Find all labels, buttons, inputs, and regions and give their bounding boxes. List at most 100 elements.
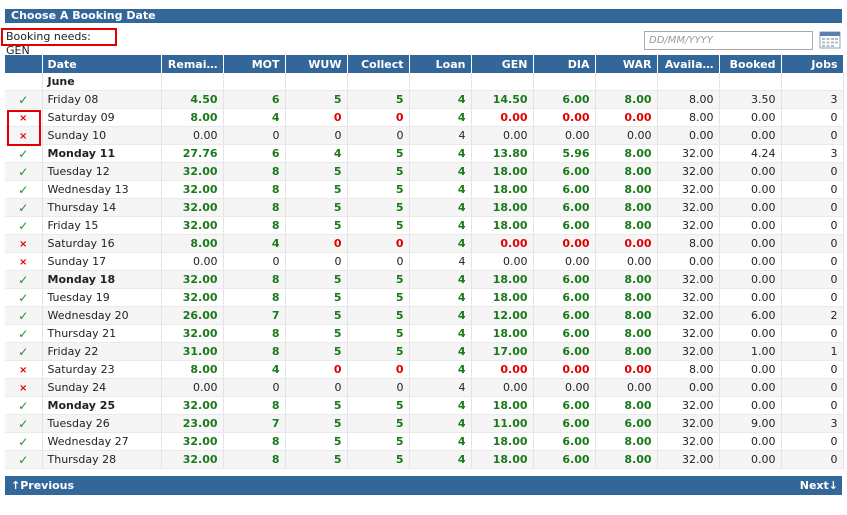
table-row[interactable]: ✓ Thursday 28 32.00 8 5 5 4 18.00 6.00 8.00 32.00 0…: [5, 450, 844, 469]
blank-cell: [5, 73, 43, 91]
date-cell[interactable]: Thursday 28: [42, 450, 162, 469]
value-cell: 32.00: [657, 162, 720, 181]
table-row[interactable]: ✓ Wednesday 20 26.00 7 5 5 4 12.00 6.00 8.00 32.00…: [5, 306, 844, 325]
status-cell: ✓: [5, 270, 43, 289]
column-header[interactable]: WAR: [595, 55, 658, 73]
date-cell[interactable]: Wednesday 20: [42, 306, 162, 325]
value-cell: 5: [347, 90, 410, 109]
table-row[interactable]: × Sunday 17 0.00 0 0 0 4 0.00 0.00 0.00 0.00 0.00 0: [5, 252, 844, 271]
date-cell[interactable]: Wednesday 13: [42, 180, 162, 199]
value-cell: 4: [409, 108, 472, 127]
value-cell: 27.76: [161, 144, 224, 163]
value-cell: 32.00: [161, 324, 224, 343]
column-header[interactable]: Availa…: [657, 55, 720, 73]
value-cell: 6.00: [719, 306, 782, 325]
table-row[interactable]: ✓ Tuesday 26 23.00 7 5 5 4 11.00 6.00 6.00 32.00 9.…: [5, 414, 844, 433]
column-header[interactable]: Jobs: [781, 55, 844, 73]
table-row[interactable]: ✓ Monday 25 32.00 8 5 5 4 18.00 6.00 8.00 32.00 0.0…: [5, 396, 844, 415]
value-cell: 0: [781, 234, 844, 253]
value-cell: 0: [781, 450, 844, 469]
value-cell: 0.00: [657, 252, 720, 271]
value-cell: 0.00: [657, 378, 720, 397]
column-header[interactable]: Collect: [347, 55, 410, 73]
table-row[interactable]: ✓ Monday 11 27.76 6 4 5 4 13.80 5.96 8.00 32.00 4.2…: [5, 144, 844, 163]
date-input[interactable]: DD/MM/YYYY: [644, 31, 813, 50]
column-header[interactable]: Loan: [409, 55, 472, 73]
date-cell[interactable]: Saturday 16: [42, 234, 162, 253]
date-cell[interactable]: Sunday 10: [42, 126, 162, 145]
date-cell[interactable]: Saturday 23: [42, 360, 162, 379]
value-cell: 0.00: [161, 126, 224, 145]
value-cell: 2: [781, 306, 844, 325]
next-button[interactable]: Next↓: [800, 476, 838, 495]
value-cell: 18.00: [471, 324, 534, 343]
table-row[interactable]: × Saturday 16 8.00 4 0 0 4 0.00 0.00 0.00 8.00 0.00…: [5, 234, 844, 253]
table-row[interactable]: ✓ Friday 15 32.00 8 5 5 4 18.00 6.00 8.00 32.00 0.0…: [5, 216, 844, 235]
date-cell[interactable]: Tuesday 12: [42, 162, 162, 181]
value-cell: 0.00: [719, 252, 782, 271]
check-icon: ✓: [18, 452, 29, 467]
table-row[interactable]: × Sunday 10 0.00 0 0 0 4 0.00 0.00 0.00 0.00 0.00 0: [5, 126, 844, 145]
column-header[interactable]: WUW: [285, 55, 348, 73]
date-cell[interactable]: Tuesday 19: [42, 288, 162, 307]
table-row[interactable]: ✓ Thursday 14 32.00 8 5 5 4 18.00 6.00 8.00 32.00 0…: [5, 198, 844, 217]
calendar-icon[interactable]: [819, 31, 841, 49]
table-row[interactable]: × Saturday 09 8.00 4 0 0 4 0.00 0.00 0.00 8.00 0.00…: [5, 108, 844, 127]
value-cell: 0.00: [595, 108, 658, 127]
value-cell: 8.00: [595, 270, 658, 289]
value-cell: 0: [285, 378, 348, 397]
value-cell: 12.00: [471, 306, 534, 325]
status-cell: ✓: [5, 144, 43, 163]
blank-cell: [719, 73, 782, 91]
value-cell: 4: [223, 234, 286, 253]
date-cell[interactable]: Friday 22: [42, 342, 162, 361]
value-cell: 32.00: [161, 162, 224, 181]
column-header[interactable]: Remai…: [161, 55, 224, 73]
date-cell[interactable]: Thursday 14: [42, 198, 162, 217]
column-header[interactable]: GEN: [471, 55, 534, 73]
value-cell: 0.00: [595, 234, 658, 253]
value-cell: 0: [285, 234, 348, 253]
table-row[interactable]: ✓ Monday 18 32.00 8 5 5 4 18.00 6.00 8.00 32.00 0.0…: [5, 270, 844, 289]
value-cell: 18.00: [471, 180, 534, 199]
column-header[interactable]: MOT: [223, 55, 286, 73]
check-icon: ✓: [18, 344, 29, 359]
previous-button[interactable]: ↑Previous: [11, 476, 74, 495]
date-cell[interactable]: Thursday 21: [42, 324, 162, 343]
value-cell: 0: [781, 270, 844, 289]
date-cell[interactable]: Sunday 17: [42, 252, 162, 271]
date-cell[interactable]: Monday 25: [42, 396, 162, 415]
date-cell[interactable]: Monday 18: [42, 270, 162, 289]
column-header[interactable]: DIA: [533, 55, 596, 73]
value-cell: 32.00: [657, 216, 720, 235]
date-cell[interactable]: Monday 11: [42, 144, 162, 163]
value-cell: 5: [285, 324, 348, 343]
value-cell: 32.00: [161, 288, 224, 307]
blank-cell: [781, 73, 844, 91]
column-header[interactable]: Date: [42, 55, 162, 73]
table-row[interactable]: × Saturday 23 8.00 4 0 0 4 0.00 0.00 0.00 8.00 0.00…: [5, 360, 844, 379]
table-row[interactable]: ✓ Wednesday 13 32.00 8 5 5 4 18.00 6.00 8.00 32.00…: [5, 180, 844, 199]
date-cell[interactable]: Wednesday 27: [42, 432, 162, 451]
value-cell: 0.00: [719, 234, 782, 253]
value-cell: 6.00: [533, 162, 596, 181]
table-row[interactable]: ✓ Tuesday 12 32.00 8 5 5 4 18.00 6.00 8.00 32.00 0.…: [5, 162, 844, 181]
check-icon: ✓: [18, 146, 29, 161]
date-cell[interactable]: Tuesday 26: [42, 414, 162, 433]
value-cell: 32.00: [657, 198, 720, 217]
value-cell: 31.00: [161, 342, 224, 361]
column-header[interactable]: Booked: [719, 55, 782, 73]
date-cell[interactable]: Sunday 24: [42, 378, 162, 397]
table-row[interactable]: ✓ Friday 22 31.00 8 5 5 4 17.00 6.00 8.00 32.00 1.0…: [5, 342, 844, 361]
table-row[interactable]: ✓ Thursday 21 32.00 8 5 5 4 18.00 6.00 8.00 32.00 0…: [5, 324, 844, 343]
value-cell: 8.00: [595, 162, 658, 181]
date-cell[interactable]: Saturday 09: [42, 108, 162, 127]
table-row[interactable]: × Sunday 24 0.00 0 0 0 4 0.00 0.00 0.00 0.00 0.00 0: [5, 378, 844, 397]
footer-bar: ↑Previous Next↓: [5, 476, 842, 495]
value-cell: 5: [347, 216, 410, 235]
table-row[interactable]: ✓ Wednesday 27 32.00 8 5 5 4 18.00 6.00 8.00 32.00…: [5, 432, 844, 451]
table-row[interactable]: ✓ Tuesday 19 32.00 8 5 5 4 18.00 6.00 8.00 32.00 0.…: [5, 288, 844, 307]
table-row[interactable]: ✓ Friday 08 4.50 6 5 5 4 14.50 6.00 8.00 8.00 3.50 3: [5, 90, 844, 109]
date-cell[interactable]: Friday 15: [42, 216, 162, 235]
date-cell[interactable]: Friday 08: [42, 90, 162, 109]
